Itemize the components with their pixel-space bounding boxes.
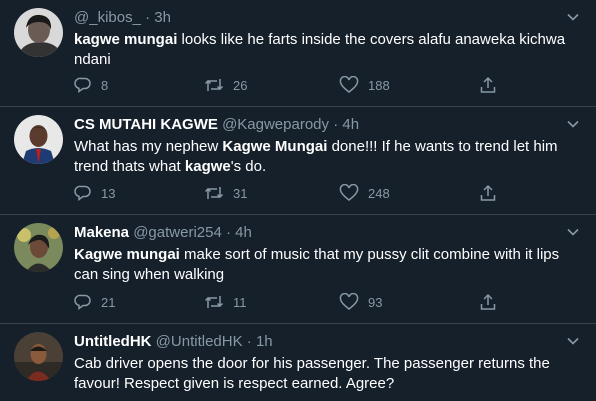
separator-dot: · bbox=[246, 333, 252, 350]
like-button[interactable]: 248 bbox=[339, 184, 479, 202]
share-icon bbox=[480, 293, 496, 310]
retweet-count: 31 bbox=[233, 185, 248, 201]
avatar[interactable] bbox=[14, 115, 63, 164]
share-button[interactable] bbox=[479, 76, 499, 94]
timeline-feed: @_kibos_ · 3h kagwe mungai looks like he… bbox=[0, 0, 596, 401]
tweet-actions: 21 11 93 bbox=[74, 293, 504, 311]
reply-icon bbox=[74, 185, 91, 201]
tweet[interactable]: @_kibos_ · 3h kagwe mungai looks like he… bbox=[0, 0, 596, 107]
retweet-button[interactable]: 11 bbox=[204, 293, 339, 311]
highlighted-text: kagwe bbox=[184, 158, 231, 175]
tweet-time[interactable]: 4h bbox=[235, 224, 252, 241]
highlighted-text: kagwe mungai bbox=[74, 31, 178, 48]
tweet-text: What has my nephew Kagwe Mungai done!!! … bbox=[74, 137, 578, 177]
reply-button[interactable]: 13 bbox=[74, 184, 204, 202]
tweet-text: kagwe mungai looks like he farts inside … bbox=[74, 30, 578, 70]
reply-count: 13 bbox=[101, 185, 116, 201]
chevron-down-icon[interactable] bbox=[566, 10, 580, 24]
tweet-time[interactable]: 4h bbox=[342, 116, 359, 133]
author-handle[interactable]: @Kagweparody bbox=[222, 116, 329, 133]
chevron-down-icon[interactable] bbox=[566, 117, 580, 131]
retweet-button[interactable]: 31 bbox=[204, 184, 339, 202]
tweet-text: Cab driver opens the door for his passen… bbox=[74, 354, 578, 394]
like-button[interactable]: 93 bbox=[339, 293, 479, 311]
reply-icon bbox=[74, 294, 91, 310]
text-segment: Cab driver opens the door for his passen… bbox=[74, 355, 550, 392]
author-name[interactable]: UntitledHK bbox=[74, 333, 152, 350]
heart-icon bbox=[339, 184, 359, 201]
author-handle[interactable]: @_kibos_ bbox=[74, 9, 141, 26]
reply-count: 21 bbox=[101, 294, 116, 310]
avatar[interactable] bbox=[14, 8, 63, 57]
avatar[interactable] bbox=[14, 332, 63, 381]
author-name[interactable]: Makena bbox=[74, 224, 129, 241]
highlighted-text: Kagwe Mungai bbox=[222, 138, 328, 155]
tweet[interactable]: CS MUTAHI KAGWE @Kagweparody · 4h What h… bbox=[0, 107, 596, 215]
tweet-time[interactable]: 3h bbox=[154, 9, 171, 26]
text-segment: 's do. bbox=[230, 158, 267, 175]
separator-dot: · bbox=[333, 116, 339, 133]
author-handle[interactable]: @UntitledHK bbox=[156, 333, 243, 350]
avatar[interactable] bbox=[14, 223, 63, 272]
like-button[interactable]: 188 bbox=[339, 76, 479, 94]
heart-icon bbox=[339, 293, 359, 310]
reply-count: 8 bbox=[101, 77, 109, 93]
author-name[interactable]: CS MUTAHI KAGWE bbox=[74, 116, 218, 133]
retweet-icon bbox=[204, 296, 224, 308]
heart-icon bbox=[339, 76, 359, 93]
retweet-icon bbox=[204, 187, 224, 199]
reply-icon bbox=[74, 77, 91, 93]
tweet-actions: 13 31 248 bbox=[74, 184, 504, 202]
tweet-header: Makena @gatweri254 · 4h bbox=[74, 223, 578, 243]
chevron-down-icon[interactable] bbox=[566, 334, 580, 348]
reply-button[interactable]: 8 bbox=[74, 76, 204, 94]
share-icon bbox=[480, 184, 496, 201]
separator-dot: · bbox=[225, 224, 231, 241]
retweet-icon bbox=[204, 79, 224, 91]
share-icon bbox=[480, 76, 496, 93]
tweet-header: CS MUTAHI KAGWE @Kagweparody · 4h bbox=[74, 115, 578, 135]
retweet-button[interactable]: 26 bbox=[204, 76, 339, 94]
retweet-count: 11 bbox=[233, 294, 247, 310]
chevron-down-icon[interactable] bbox=[566, 225, 580, 239]
tweet-header: @_kibos_ · 3h bbox=[74, 8, 578, 28]
text-segment: What has my nephew bbox=[74, 138, 223, 155]
tweet[interactable]: UntitledHK @UntitledHK · 1h Cab driver o… bbox=[0, 324, 596, 401]
share-button[interactable] bbox=[479, 184, 499, 202]
tweet-time[interactable]: 1h bbox=[256, 333, 273, 350]
like-count: 248 bbox=[368, 185, 390, 201]
tweet-text: Kagwe mungai make sort of music that my … bbox=[74, 245, 578, 285]
tweet-actions: 8 26 188 bbox=[74, 76, 504, 94]
tweet[interactable]: Makena @gatweri254 · 4h Kagwe mungai mak… bbox=[0, 215, 596, 324]
tweet-header: UntitledHK @UntitledHK · 1h bbox=[74, 332, 578, 352]
separator-dot: · bbox=[145, 9, 151, 26]
reply-button[interactable]: 21 bbox=[74, 293, 204, 311]
highlighted-text: Kagwe mungai bbox=[74, 246, 180, 263]
like-count: 188 bbox=[368, 77, 390, 93]
share-button[interactable] bbox=[479, 293, 499, 311]
retweet-count: 26 bbox=[233, 77, 248, 93]
author-handle[interactable]: @gatweri254 bbox=[133, 224, 222, 241]
like-count: 93 bbox=[368, 294, 383, 310]
